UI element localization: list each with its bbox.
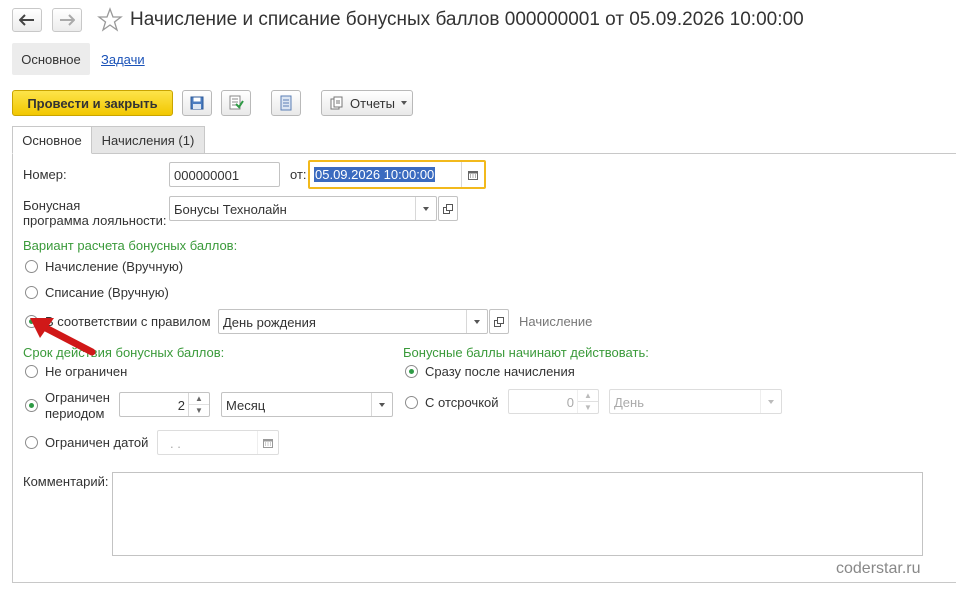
stepper-down-icon[interactable]: ▼ <box>189 405 209 417</box>
date-input[interactable]: 05.09.2026 10:00:00 <box>308 160 486 189</box>
delay-count-stepper[interactable]: ▲ ▼ <box>577 390 598 413</box>
radio-start-immediately-label[interactable]: Сразу после начисления <box>425 364 575 379</box>
radio-start-delay-label[interactable]: С отсрочкой <box>425 395 499 410</box>
arrow-right-icon <box>60 14 75 26</box>
radio-writeoff-manual[interactable] <box>25 286 38 299</box>
period-count-input[interactable]: 2 ▲ ▼ <box>119 392 210 417</box>
nav-tasks-link[interactable]: Задачи <box>101 52 145 67</box>
period-unit-select[interactable]: Месяц <box>221 392 393 417</box>
open-window-icon <box>494 316 504 327</box>
radio-accrual-manual-label[interactable]: Начисление (Вручную) <box>45 259 183 274</box>
tab-main[interactable]: Основное <box>12 126 92 154</box>
calendar-icon <box>263 438 273 448</box>
comment-textarea[interactable] <box>112 472 923 556</box>
period-unit-dropdown[interactable] <box>371 393 392 416</box>
radio-validity-date[interactable] <box>25 436 38 449</box>
favorite-star-icon[interactable] <box>97 7 123 33</box>
post-and-close-button[interactable]: Провести и закрыть <box>12 90 173 116</box>
nav-main[interactable]: Основное <box>12 43 90 75</box>
rule-select[interactable]: День рождения <box>218 309 488 334</box>
radio-validity-unlimited-label[interactable]: Не ограничен <box>45 364 127 379</box>
radio-validity-date-label[interactable]: Ограничен датой <box>45 435 148 450</box>
chevron-down-icon <box>400 101 407 105</box>
number-input[interactable]: 000000001 <box>169 162 280 187</box>
open-window-icon <box>443 203 453 214</box>
floppy-disk-icon <box>190 96 204 110</box>
rule-kind-text: Начисление <box>519 314 593 329</box>
calendar-button[interactable] <box>461 162 484 187</box>
radio-validity-period[interactable] <box>25 399 38 412</box>
radio-validity-unlimited[interactable] <box>25 365 38 378</box>
number-label: Номер: <box>23 167 67 182</box>
loyalty-program-label: Бонусная программа лояльности: <box>23 198 167 228</box>
tab-accruals[interactable]: Начисления (1) <box>91 126 205 154</box>
forward-button[interactable] <box>52 8 82 32</box>
date-label: от: <box>290 167 307 182</box>
save-button[interactable] <box>182 90 212 116</box>
reports-icon <box>330 96 343 110</box>
loyalty-program-open-button[interactable] <box>438 196 458 221</box>
annotation-arrow-icon <box>30 318 96 356</box>
list-button[interactable] <box>271 90 301 116</box>
delay-count-input[interactable]: 0 ▲ ▼ <box>508 389 599 414</box>
stepper-down-icon[interactable]: ▼ <box>578 402 598 414</box>
chevron-down-icon <box>379 402 385 407</box>
validity-calendar-button[interactable] <box>257 431 278 454</box>
loyalty-program-dropdown[interactable] <box>415 197 436 220</box>
radio-start-delay[interactable] <box>405 396 418 409</box>
comment-label: Комментарий: <box>23 474 109 489</box>
calc-variant-heading: Вариант расчета бонусных баллов: <box>23 238 238 253</box>
loyalty-program-select[interactable]: Бонусы Технолайн <box>169 196 437 221</box>
chevron-down-icon <box>474 319 480 324</box>
page-title: Начисление и списание бонусных баллов 00… <box>130 9 804 30</box>
chevron-down-icon <box>768 399 774 404</box>
delay-unit-select[interactable]: День <box>609 389 782 414</box>
stepper-up-icon[interactable]: ▲ <box>189 393 209 405</box>
chevron-down-icon <box>423 206 429 211</box>
rule-dropdown[interactable] <box>466 310 487 333</box>
post-document-icon <box>229 95 244 110</box>
back-button[interactable] <box>12 8 42 32</box>
delay-unit-dropdown[interactable] <box>760 390 781 413</box>
document-list-icon <box>280 95 292 111</box>
radio-accrual-manual[interactable] <box>25 260 38 273</box>
arrow-left-icon <box>19 14 34 26</box>
radio-writeoff-manual-label[interactable]: Списание (Вручную) <box>45 285 169 300</box>
reports-dropdown-button[interactable]: Отчеты <box>321 90 413 116</box>
radio-validity-period-label[interactable]: Ограничен периодом <box>45 390 110 422</box>
watermark: coderstar.ru <box>836 560 921 577</box>
rule-open-button[interactable] <box>489 309 509 334</box>
stepper-up-icon[interactable]: ▲ <box>578 390 598 402</box>
period-count-stepper[interactable]: ▲ ▼ <box>188 393 209 416</box>
calendar-icon <box>468 170 478 180</box>
validity-date-input[interactable]: . . <box>157 430 279 455</box>
post-button[interactable] <box>221 90 251 116</box>
start-heading: Бонусные баллы начинают действовать: <box>403 345 649 360</box>
radio-start-immediately[interactable] <box>405 365 418 378</box>
